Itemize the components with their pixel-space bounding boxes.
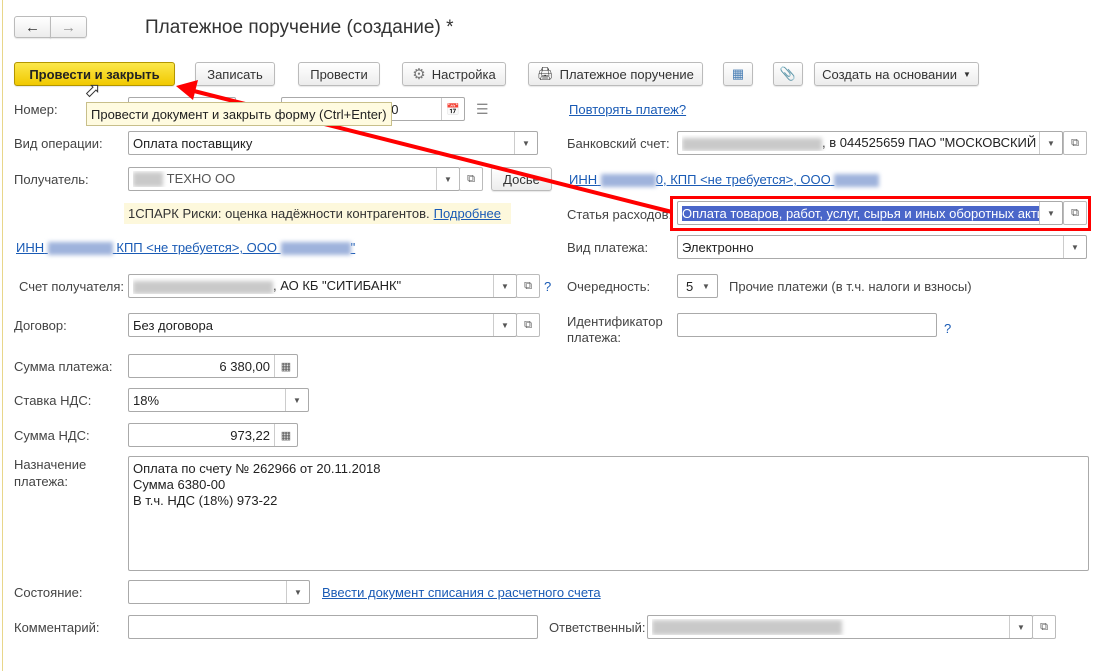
- tooltip: Провести документ и закрыть форму (Ctrl+…: [86, 102, 392, 126]
- annotation-arrow: [176, 80, 673, 214]
- mouse-cursor-icon: ⬈: [84, 80, 101, 101]
- arrow-head: [176, 80, 198, 100]
